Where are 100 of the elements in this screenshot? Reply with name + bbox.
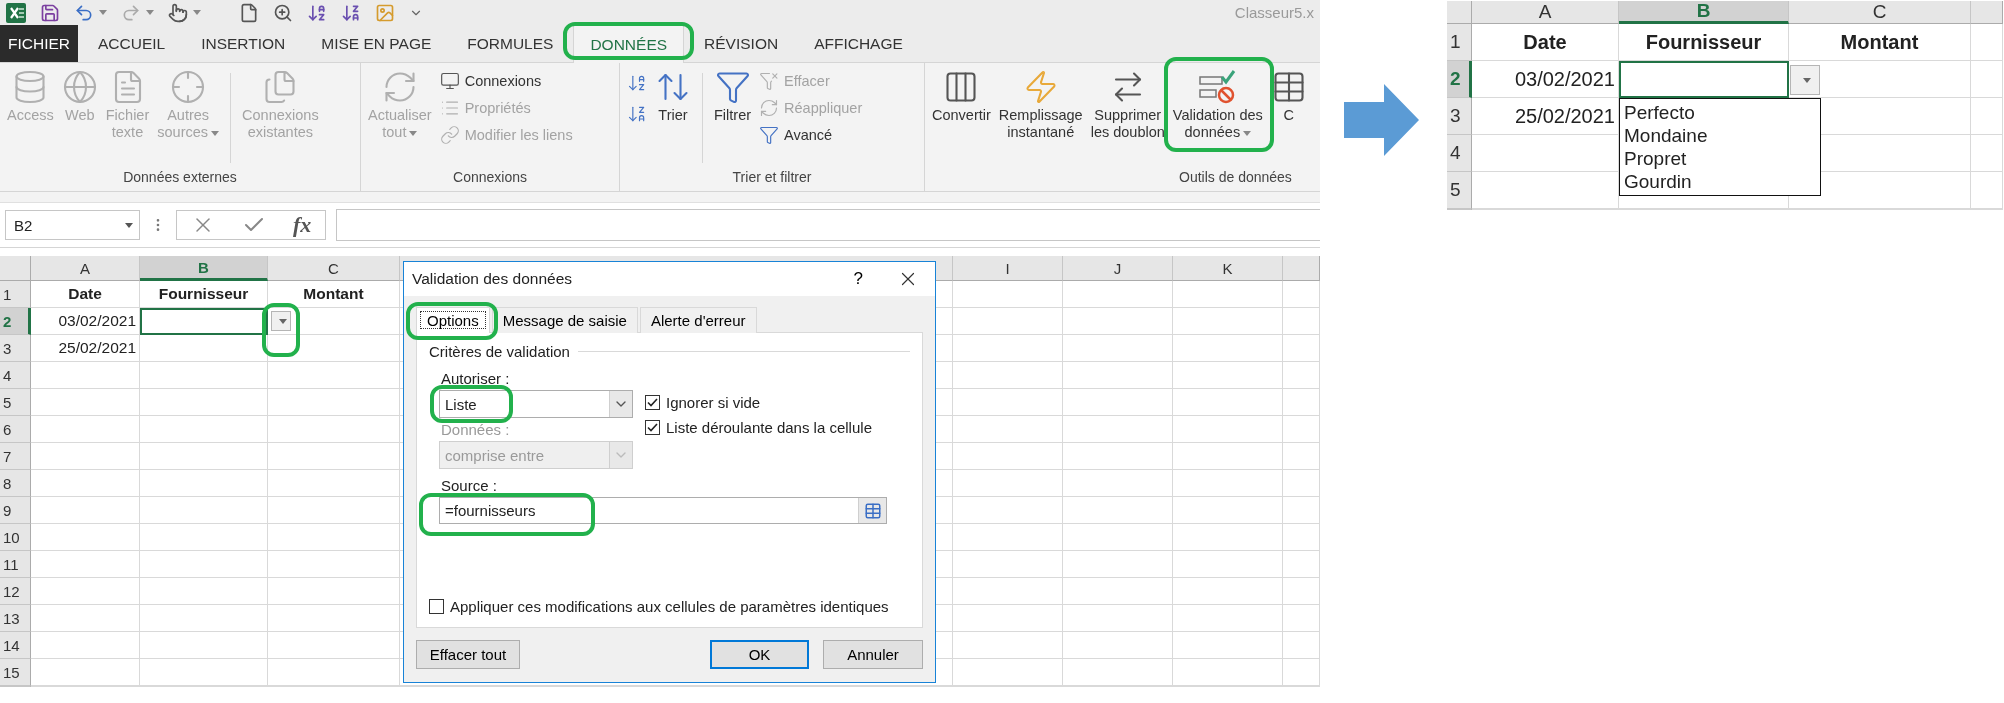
ribbon-button[interactable]: Remplissage instantané xyxy=(995,67,1086,144)
checkbox[interactable] xyxy=(645,395,660,410)
ribbon-tab[interactable]: FICHIER xyxy=(0,25,78,62)
formula-input[interactable] xyxy=(336,209,1320,241)
help-button[interactable]: ? xyxy=(837,269,879,289)
row-header[interactable]: 3 xyxy=(0,335,31,362)
row-header[interactable]: 15 xyxy=(0,659,31,686)
table-cell xyxy=(1971,135,2003,172)
table-cell: 25/02/2021 xyxy=(31,335,140,362)
row-header[interactable]: 13 xyxy=(0,605,31,632)
ribbon-button[interactable]: Supprimer les doublon xyxy=(1087,67,1168,144)
globe-icon xyxy=(61,69,98,105)
arrow-icon xyxy=(1344,84,1419,156)
row-header[interactable]: 8 xyxy=(0,470,31,497)
row-header[interactable]: 2 xyxy=(1447,61,1472,98)
caret-icon xyxy=(125,222,133,228)
touch-caret-icon xyxy=(193,10,201,15)
list-option[interactable]: Propret xyxy=(1624,147,1816,170)
print-preview-icon[interactable] xyxy=(273,2,293,23)
column-header[interactable]: K xyxy=(1173,256,1283,281)
ribbon-tab[interactable]: FORMULES xyxy=(451,25,570,62)
insert-function-button[interactable]: fx xyxy=(293,212,312,238)
row-header[interactable]: 10 xyxy=(0,524,31,551)
ribbon-button[interactable]: Validation des données xyxy=(1169,67,1266,144)
caret-icon xyxy=(1802,77,1811,83)
table-cell xyxy=(1283,632,1320,659)
table-cell xyxy=(1283,389,1320,416)
ribbon-tab[interactable]: AFFICHAGE xyxy=(798,25,919,62)
table-cell xyxy=(1283,470,1320,497)
table-cell: 03/02/2021 xyxy=(31,308,140,335)
source-field[interactable]: =fournisseurs xyxy=(439,497,887,524)
range-picker-button[interactable] xyxy=(858,498,886,523)
dialog-tab[interactable]: Message de saisie xyxy=(491,307,638,333)
column-header[interactable]: C xyxy=(268,256,400,281)
checkbox[interactable] xyxy=(429,599,444,614)
row-header[interactable]: 12 xyxy=(0,578,31,605)
row-header[interactable]: 1 xyxy=(0,281,31,308)
dialog-button[interactable]: Annuler xyxy=(823,640,923,669)
column-header[interactable]: B xyxy=(140,256,268,281)
new-file-icon[interactable] xyxy=(239,2,259,23)
table-cell xyxy=(1283,416,1320,443)
redo-caret-icon xyxy=(146,10,154,15)
list-option[interactable]: Gourdin xyxy=(1624,170,1816,193)
dropdown-button[interactable] xyxy=(271,311,291,331)
ribbon-tab[interactable]: MISE EN PAGE xyxy=(305,25,448,62)
undo-caret-icon xyxy=(99,10,107,15)
reapply-icon xyxy=(759,98,780,118)
ribbon-button[interactable]: Convertir xyxy=(929,67,994,127)
list-option[interactable]: Mondaine xyxy=(1624,124,1816,147)
column-header[interactable]: A xyxy=(1472,1,1619,24)
row-header[interactable]: 5 xyxy=(0,389,31,416)
name-box[interactable]: B2 xyxy=(5,210,140,240)
ribbon-tab[interactable]: INSERTION xyxy=(185,25,302,62)
column-header[interactable]: C xyxy=(1789,1,1971,24)
table-cell xyxy=(1283,281,1320,308)
window-title: Classeur5.x xyxy=(1234,4,1314,21)
link-icon xyxy=(439,125,460,145)
touch-mode-icon[interactable] xyxy=(168,2,188,23)
column-header[interactable]: B xyxy=(1619,1,1789,24)
column-header[interactable]: J xyxy=(1063,256,1173,281)
field-label: Source : xyxy=(440,477,497,494)
column-header[interactable]: I xyxy=(953,256,1063,281)
checkbox-label: Ignorer si vide xyxy=(666,394,761,411)
ribbon-button[interactable]: C xyxy=(1267,67,1310,127)
ribbon-button[interactable]: Filtrer xyxy=(711,67,755,127)
table-cell: Fournisseur xyxy=(1619,24,1789,61)
row-header[interactable]: 2 xyxy=(0,308,31,335)
table-cell: Date xyxy=(1472,24,1619,61)
row-header[interactable]: 3 xyxy=(1447,98,1472,135)
column-header[interactable]: A xyxy=(31,256,140,281)
row-header[interactable]: 11 xyxy=(0,551,31,578)
column-header xyxy=(1971,1,2003,24)
row-header[interactable]: 4 xyxy=(1447,135,1472,172)
table-cell xyxy=(1971,172,2003,209)
dialog-button[interactable]: Effacer tout xyxy=(416,640,520,669)
filter-icon xyxy=(714,69,751,105)
table-cell xyxy=(1283,578,1320,605)
list-option[interactable]: Perfecto xyxy=(1624,101,1816,124)
allow-select[interactable]: Liste xyxy=(439,390,633,418)
checkbox-label: Appliquer ces modifications aux cellules de paramètres identiques xyxy=(450,598,889,615)
save-icon[interactable] xyxy=(40,2,60,23)
checkbox[interactable] xyxy=(645,420,660,435)
ribbon-button[interactable]: Avancé xyxy=(756,123,866,147)
dialog-button[interactable]: OK xyxy=(710,640,809,669)
ribbon-tab[interactable]: RÉVISION xyxy=(688,25,795,62)
ribbon-button[interactable]: Trier xyxy=(652,67,694,127)
dialog-tab[interactable]: Options xyxy=(416,307,490,333)
row-header[interactable]: 9 xyxy=(0,497,31,524)
active-cell[interactable] xyxy=(140,308,268,335)
ribbon-tab[interactable]: ACCUEIL xyxy=(82,25,182,62)
dialog-tab[interactable]: Alerte d'erreur xyxy=(639,307,757,333)
table-cell xyxy=(1283,551,1320,578)
row-header[interactable]: 1 xyxy=(1447,24,1472,61)
row-header[interactable]: 5 xyxy=(1447,172,1472,209)
row-header[interactable]: 14 xyxy=(0,632,31,659)
row-header[interactable]: 7 xyxy=(0,443,31,470)
row-header[interactable]: 4 xyxy=(0,362,31,389)
ribbon-button[interactable]: Connexions xyxy=(436,69,576,93)
undo-icon[interactable] xyxy=(74,2,94,23)
row-header[interactable]: 6 xyxy=(0,416,31,443)
